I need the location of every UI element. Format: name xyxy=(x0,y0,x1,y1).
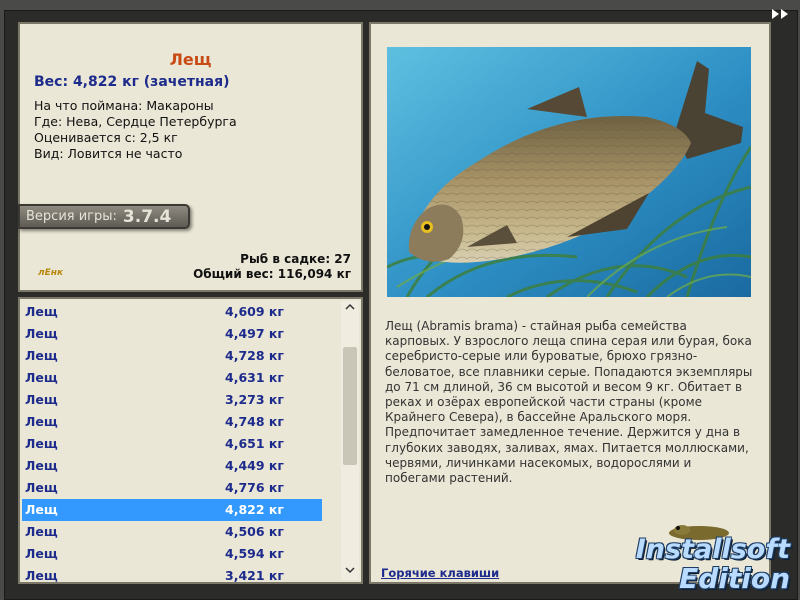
catch-fish-weight: 4,728 кг xyxy=(225,348,284,363)
catch-fish-weight: 4,497 кг xyxy=(225,326,284,341)
catch-fish-weight: 4,506 кг xyxy=(225,524,284,539)
catch-list-row[interactable]: Лещ 4,728 кг xyxy=(22,345,322,367)
catch-fish-name: Лещ xyxy=(25,546,58,561)
catch-list-row[interactable]: Лещ 4,497 кг xyxy=(22,323,322,345)
catch-fish-weight: 4,748 кг xyxy=(225,414,284,429)
catch-fish-name: Лещ xyxy=(25,348,58,363)
version-label: Версия игры: xyxy=(26,209,117,224)
catch-list-row[interactable]: Лещ 4,594 кг xyxy=(22,543,322,565)
catch-fish-name: Лещ xyxy=(25,458,58,473)
fish-title: Лещ xyxy=(169,50,212,69)
catch-list-row[interactable]: Лещ 4,748 кг xyxy=(22,411,322,433)
info-min-weight: Оценивается с: 2,5 кг xyxy=(34,130,178,145)
brand-line1: Installsoft xyxy=(635,534,790,565)
info-location: Где: Нева, Сердце Петербурга xyxy=(34,114,237,129)
catch-list-row[interactable]: Лещ 4,776 кг xyxy=(22,477,322,499)
catch-fish-name: Лещ xyxy=(25,414,58,429)
catch-fish-name: Лещ xyxy=(25,568,58,583)
scroll-thumb[interactable] xyxy=(343,347,357,465)
fish-weight: Вес: 4,822 кг (зачетная) xyxy=(34,74,230,90)
catch-fish-name: Лещ xyxy=(25,326,58,341)
catch-fish-weight: 4,651 кг xyxy=(225,436,284,451)
catch-fish-weight: 4,449 кг xyxy=(225,458,284,473)
catch-info-panel: Лещ Вес: 4,822 кг (зачетная) На что пойм… xyxy=(18,22,363,292)
chevron-down-icon xyxy=(345,567,355,574)
catch-fish-name: Лещ xyxy=(25,480,58,495)
fish-detail-panel: Лещ (Abramis brama) - стайная рыба семей… xyxy=(369,22,771,584)
version-number: 3.7.4 xyxy=(122,206,172,227)
installsoft-logo: Installsoft Edition xyxy=(636,520,794,595)
chevron-up-icon xyxy=(345,303,355,310)
info-bait: На что поймана: Макароны xyxy=(34,98,214,113)
catch-list-row[interactable]: Лещ 4,651 кг xyxy=(22,433,322,455)
scrollbar[interactable] xyxy=(341,301,359,580)
catch-fish-name: Лещ xyxy=(25,304,58,319)
version-badge: Версия игры: 3.7.4 xyxy=(18,204,190,229)
double-chevron-right-icon xyxy=(772,9,788,19)
hotkeys-link[interactable]: Горячие клавиши xyxy=(381,566,499,580)
fish-description: Лещ (Abramis brama) - стайная рыба семей… xyxy=(385,319,753,486)
catch-fish-weight: 3,421 кг xyxy=(225,568,284,583)
catch-list-row[interactable]: Лещ 3,421 кг xyxy=(22,565,322,583)
scroll-up-button[interactable] xyxy=(341,301,359,317)
catch-fish-weight: 4,822 кг xyxy=(225,502,284,517)
catch-list-row[interactable]: Лещ 4,449 кг xyxy=(22,455,322,477)
catch-fish-name: Лещ xyxy=(25,392,58,407)
total-weight: Общий вес: 116,094 кг xyxy=(193,267,351,281)
catch-fish-name: Лещ xyxy=(25,502,58,517)
catch-fish-weight: 4,631 кг xyxy=(225,370,284,385)
catch-list-row[interactable]: Лещ 3,273 кг xyxy=(22,389,322,411)
catch-list[interactable]: Лещ 4,609 кг Лещ 4,497 кг Лещ 4,728 кг Лещ 4,63… xyxy=(18,297,363,584)
catch-fish-weight: 4,594 кг xyxy=(225,546,284,561)
catch-fish-name: Лещ xyxy=(25,370,58,385)
info-rarity: Вид: Ловится не часто xyxy=(34,146,183,161)
brand-line2: Edition xyxy=(679,562,790,595)
scroll-down-button[interactable] xyxy=(341,564,359,580)
catch-fish-name: Лещ xyxy=(25,436,58,451)
fish-image xyxy=(387,47,751,297)
catch-list-row[interactable]: Лещ 4,506 кг xyxy=(22,521,322,543)
next-page-button[interactable] xyxy=(770,6,792,20)
catch-fish-weight: 3,273 кг xyxy=(225,392,284,407)
catch-list-row[interactable]: Лещ 4,609 кг xyxy=(22,301,322,323)
catch-list-row[interactable]: Лещ 4,822 кг xyxy=(22,499,322,521)
small-logo: лEнк xyxy=(38,268,64,278)
catch-list-row[interactable]: Лещ 4,631 кг xyxy=(22,367,322,389)
catch-fish-name: Лещ xyxy=(25,524,58,539)
keepnet-count: Рыб в садке: 27 xyxy=(240,252,351,266)
catch-fish-weight: 4,609 кг xyxy=(225,304,284,319)
catch-fish-weight: 4,776 кг xyxy=(225,480,284,495)
